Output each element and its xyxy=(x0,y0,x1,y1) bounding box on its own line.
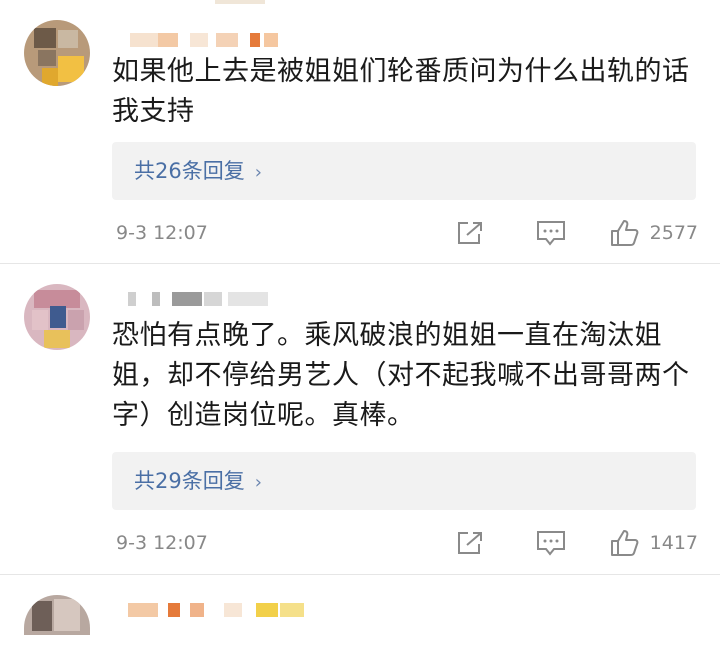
chevron-right-icon: › xyxy=(254,162,262,183)
like-button[interactable]: 2577 xyxy=(610,219,698,247)
comment-text: 恐怕有点晚了。乘风破浪的姐姐一直在淘汰姐姐，却不停给男艺人（对不起我喊不出哥哥两… xyxy=(112,320,690,431)
comment-icon[interactable] xyxy=(536,220,566,246)
share-icon[interactable] xyxy=(456,220,484,246)
replies-count-label: 共29条回复 xyxy=(134,469,245,493)
comment-text: 如果他上去是被姐姐们轮番质问为什么出轨的话我支持 xyxy=(112,56,690,127)
comment-3-partial xyxy=(0,575,720,635)
timestamp: 9-3 12:07 xyxy=(116,222,208,244)
like-button[interactable]: 1417 xyxy=(610,529,698,557)
comment-2: 恐怕有点晚了。乘风破浪的姐姐一直在淘汰姐姐，却不停给男艺人（对不起我喊不出哥哥两… xyxy=(0,264,720,570)
avatar[interactable] xyxy=(24,20,90,86)
chevron-right-icon: › xyxy=(254,472,262,493)
view-replies-link[interactable]: 共29条回复 › xyxy=(112,452,696,510)
comment-1: 如果他上去是被姐姐们轮番质问为什么出轨的话我支持 共26条回复 › 9-3 12:… xyxy=(0,0,720,262)
replies-count-label: 共26条回复 xyxy=(134,159,245,183)
like-icon xyxy=(610,530,639,556)
view-replies-link[interactable]: 共26条回复 › xyxy=(112,142,696,200)
like-icon xyxy=(610,220,639,246)
avatar[interactable] xyxy=(24,595,90,661)
comment-actions: 2577 xyxy=(456,218,698,248)
share-icon[interactable] xyxy=(456,530,484,556)
like-count: 2577 xyxy=(649,222,698,244)
comment-icon[interactable] xyxy=(536,530,566,556)
username-blurred[interactable] xyxy=(128,292,278,306)
like-count: 1417 xyxy=(649,532,698,554)
comment-actions: 1417 xyxy=(456,528,698,558)
avatar[interactable] xyxy=(24,284,90,350)
username-blurred[interactable] xyxy=(128,603,308,617)
timestamp: 9-3 12:07 xyxy=(116,532,208,554)
username-blurred[interactable] xyxy=(130,33,280,47)
